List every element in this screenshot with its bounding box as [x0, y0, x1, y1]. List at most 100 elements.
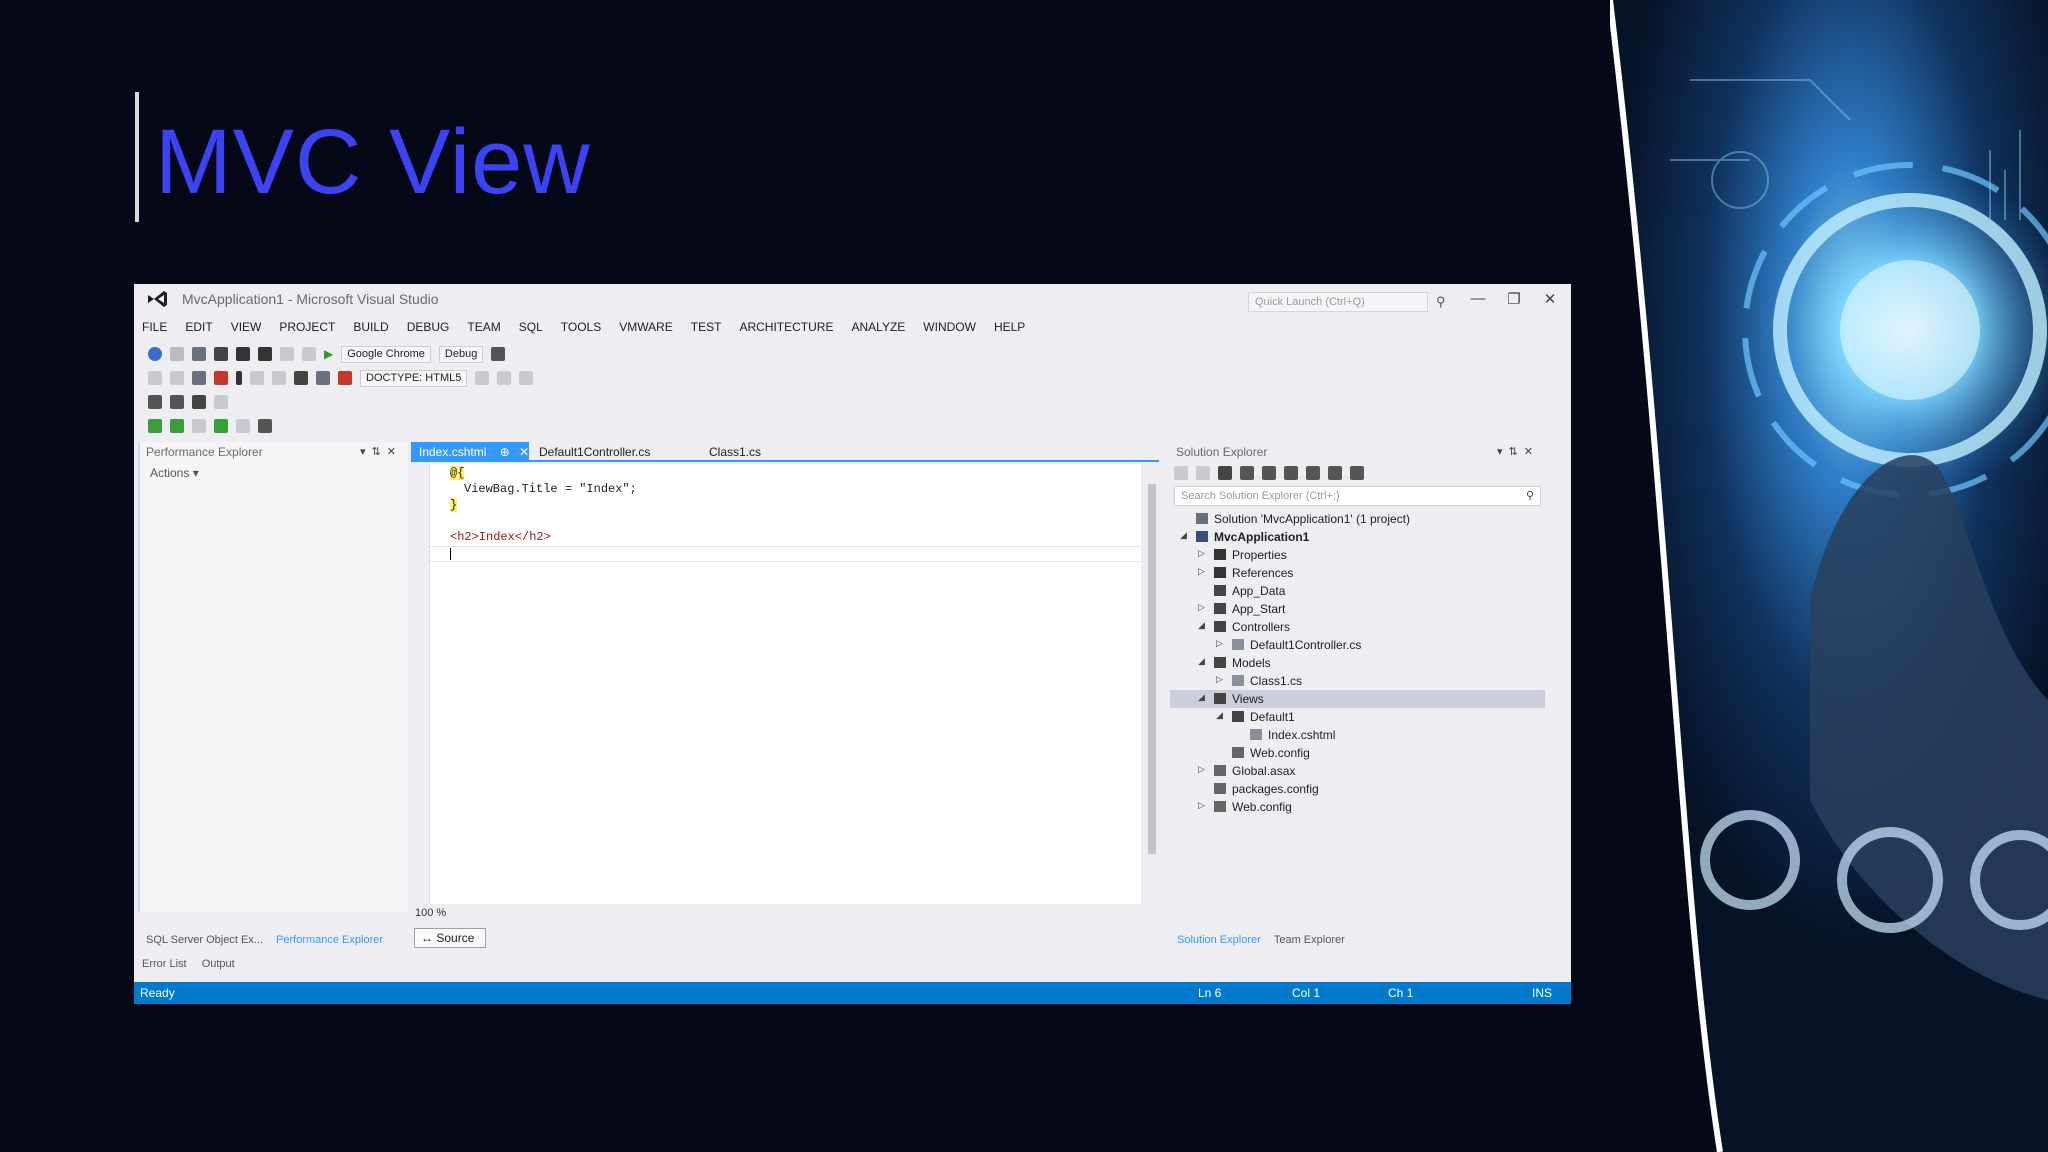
pin-icon[interactable]: ⊕ — [500, 445, 510, 459]
toolbar-icon[interactable] — [192, 419, 206, 433]
tree-item[interactable]: packages.config — [1170, 780, 1545, 798]
toolbar-icon[interactable] — [316, 371, 330, 385]
menu-analyze[interactable]: ANALYZE — [851, 320, 905, 338]
menu-edit[interactable]: EDIT — [185, 320, 212, 338]
back-icon[interactable] — [1174, 466, 1188, 480]
start-debug-icon[interactable]: ▶ — [324, 347, 333, 361]
preview-icon[interactable] — [1350, 466, 1364, 480]
toolbar-icon[interactable] — [258, 419, 272, 433]
toolbar-icon[interactable] — [170, 371, 184, 385]
tab-performance-explorer[interactable]: Performance Explorer — [276, 934, 383, 946]
menu-view[interactable]: VIEW — [231, 320, 262, 338]
expanded-arrow-icon[interactable]: ◢ — [1198, 656, 1205, 667]
toolbar-icon[interactable] — [497, 371, 512, 385]
tree-item[interactable]: ▷ Global.asax — [1170, 762, 1545, 780]
menu-sql[interactable]: SQL — [519, 320, 543, 338]
toolbar-icon[interactable] — [519, 371, 534, 385]
browser-dropdown[interactable]: Google Chrome — [341, 345, 431, 363]
collapsed-arrow-icon[interactable]: ▷ — [1198, 548, 1205, 559]
search-icon[interactable]: ⚲ — [1436, 294, 1446, 310]
tab-sql-server-object-explorer[interactable]: SQL Server Object Ex... — [146, 934, 263, 946]
expanded-arrow-icon[interactable]: ◢ — [1198, 620, 1205, 631]
tab-output[interactable]: Output — [202, 958, 235, 970]
menu-debug[interactable]: DEBUG — [407, 320, 450, 338]
tab-solution-explorer[interactable]: Solution Explorer — [1177, 934, 1261, 946]
tab-index-cshtml[interactable]: Index.cshtml ⊕ ✕ — [411, 442, 529, 462]
redo-icon[interactable] — [302, 347, 316, 361]
tab-team-explorer[interactable]: Team Explorer — [1274, 934, 1345, 946]
menu-test[interactable]: TEST — [691, 320, 722, 338]
toolbar-icon[interactable] — [148, 395, 162, 409]
collapsed-arrow-icon[interactable]: ▷ — [1216, 674, 1223, 685]
tab-default1controller[interactable]: Default1Controller.cs — [531, 442, 658, 462]
toolbar-icon[interactable] — [148, 419, 162, 433]
tab-error-list[interactable]: Error List — [142, 958, 187, 970]
panel-controls[interactable]: ▾⇅✕ — [1497, 445, 1539, 458]
home-icon[interactable] — [1218, 466, 1232, 480]
tree-item[interactable]: ◢ Views — [1170, 690, 1545, 708]
menu-architecture[interactable]: ARCHITECTURE — [739, 320, 833, 338]
tree-item[interactable]: Web.config — [1170, 744, 1545, 762]
tree-item[interactable]: ▷ Web.config — [1170, 798, 1545, 816]
collapse-icon[interactable] — [1284, 466, 1298, 480]
restore-button[interactable]: ❐ — [1504, 290, 1524, 308]
toolbar-icon[interactable] — [192, 395, 206, 409]
tree-item[interactable]: Index.cshtml — [1170, 726, 1545, 744]
menu-window[interactable]: WINDOW — [923, 320, 976, 338]
menu-team[interactable]: TEAM — [467, 320, 500, 338]
toolbar-icon[interactable] — [170, 395, 184, 409]
tab-class1[interactable]: Class1.cs — [701, 442, 769, 462]
configuration-dropdown[interactable]: Debug — [438, 345, 484, 363]
tree-item[interactable]: ▷ Properties — [1170, 546, 1545, 564]
source-view-button[interactable]: ↔ Source — [414, 928, 486, 948]
refresh-icon[interactable] — [1262, 466, 1276, 480]
panel-controls[interactable]: ▾⇅✕ — [360, 445, 402, 458]
collapsed-arrow-icon[interactable]: ▷ — [1198, 566, 1205, 577]
navigate-back-icon[interactable] — [148, 347, 162, 361]
menu-file[interactable]: FILE — [142, 320, 167, 338]
toolbar-icon[interactable] — [214, 371, 228, 385]
browser-link-icon[interactable] — [491, 347, 506, 361]
show-all-icon[interactable] — [1306, 466, 1320, 480]
toolbar-icon[interactable] — [250, 371, 264, 385]
new-project-icon[interactable] — [192, 347, 206, 361]
menu-project[interactable]: PROJECT — [279, 320, 335, 338]
save-icon[interactable] — [236, 347, 250, 361]
actions-dropdown[interactable]: Actions ▾ — [140, 462, 408, 484]
sync-icon[interactable] — [1240, 466, 1254, 480]
menu-tools[interactable]: TOOLS — [561, 320, 601, 338]
tree-item[interactable]: ◢ Models — [1170, 654, 1545, 672]
menu-help[interactable]: HELP — [994, 320, 1025, 338]
expanded-arrow-icon[interactable]: ◢ — [1180, 530, 1187, 541]
open-file-icon[interactable] — [214, 347, 228, 361]
tree-item[interactable]: ▷ Class1.cs — [1170, 672, 1545, 690]
toolbar-icon[interactable] — [294, 371, 308, 385]
solution-search-input[interactable]: Search Solution Explorer (Ctrl+;) ⚲ — [1174, 486, 1541, 506]
toolbar-icon[interactable] — [236, 419, 250, 433]
quick-launch-input[interactable]: Quick Launch (Ctrl+Q) — [1248, 292, 1428, 312]
collapsed-arrow-icon[interactable]: ▷ — [1216, 638, 1223, 649]
collapsed-arrow-icon[interactable]: ▷ — [1198, 800, 1205, 811]
close-button[interactable]: ✕ — [1540, 290, 1560, 308]
editor-scrollbar[interactable] — [1145, 464, 1159, 904]
tree-item[interactable]: ▷ Default1Controller.cs — [1170, 636, 1545, 654]
forward-icon[interactable] — [1196, 466, 1210, 480]
minimize-button[interactable]: — — [1468, 290, 1488, 307]
toolbar-icon[interactable] — [236, 371, 242, 385]
close-tab-icon[interactable]: ✕ — [519, 445, 529, 459]
toolbar-icon[interactable] — [475, 371, 490, 385]
zoom-level[interactable]: 100 % — [415, 907, 446, 919]
tree-item[interactable]: ▷ App_Start — [1170, 600, 1545, 618]
doctype-dropdown[interactable]: DOCTYPE: HTML5 — [360, 369, 468, 387]
tree-item[interactable]: ◢ Default1 — [1170, 708, 1545, 726]
toolbar-icon[interactable] — [272, 371, 286, 385]
expanded-arrow-icon[interactable]: ◢ — [1216, 710, 1223, 721]
save-all-icon[interactable] — [258, 347, 272, 361]
expanded-arrow-icon[interactable]: ◢ — [1198, 692, 1205, 703]
tree-item[interactable]: Solution 'MvcApplication1' (1 project) — [1170, 510, 1545, 528]
collapsed-arrow-icon[interactable]: ▷ — [1198, 764, 1205, 775]
collapsed-arrow-icon[interactable]: ▷ — [1198, 602, 1205, 613]
tree-item[interactable]: App_Data — [1170, 582, 1545, 600]
scrollbar-thumb[interactable] — [1148, 484, 1156, 854]
tree-item[interactable]: ◢ MvcApplication1 — [1170, 528, 1545, 546]
